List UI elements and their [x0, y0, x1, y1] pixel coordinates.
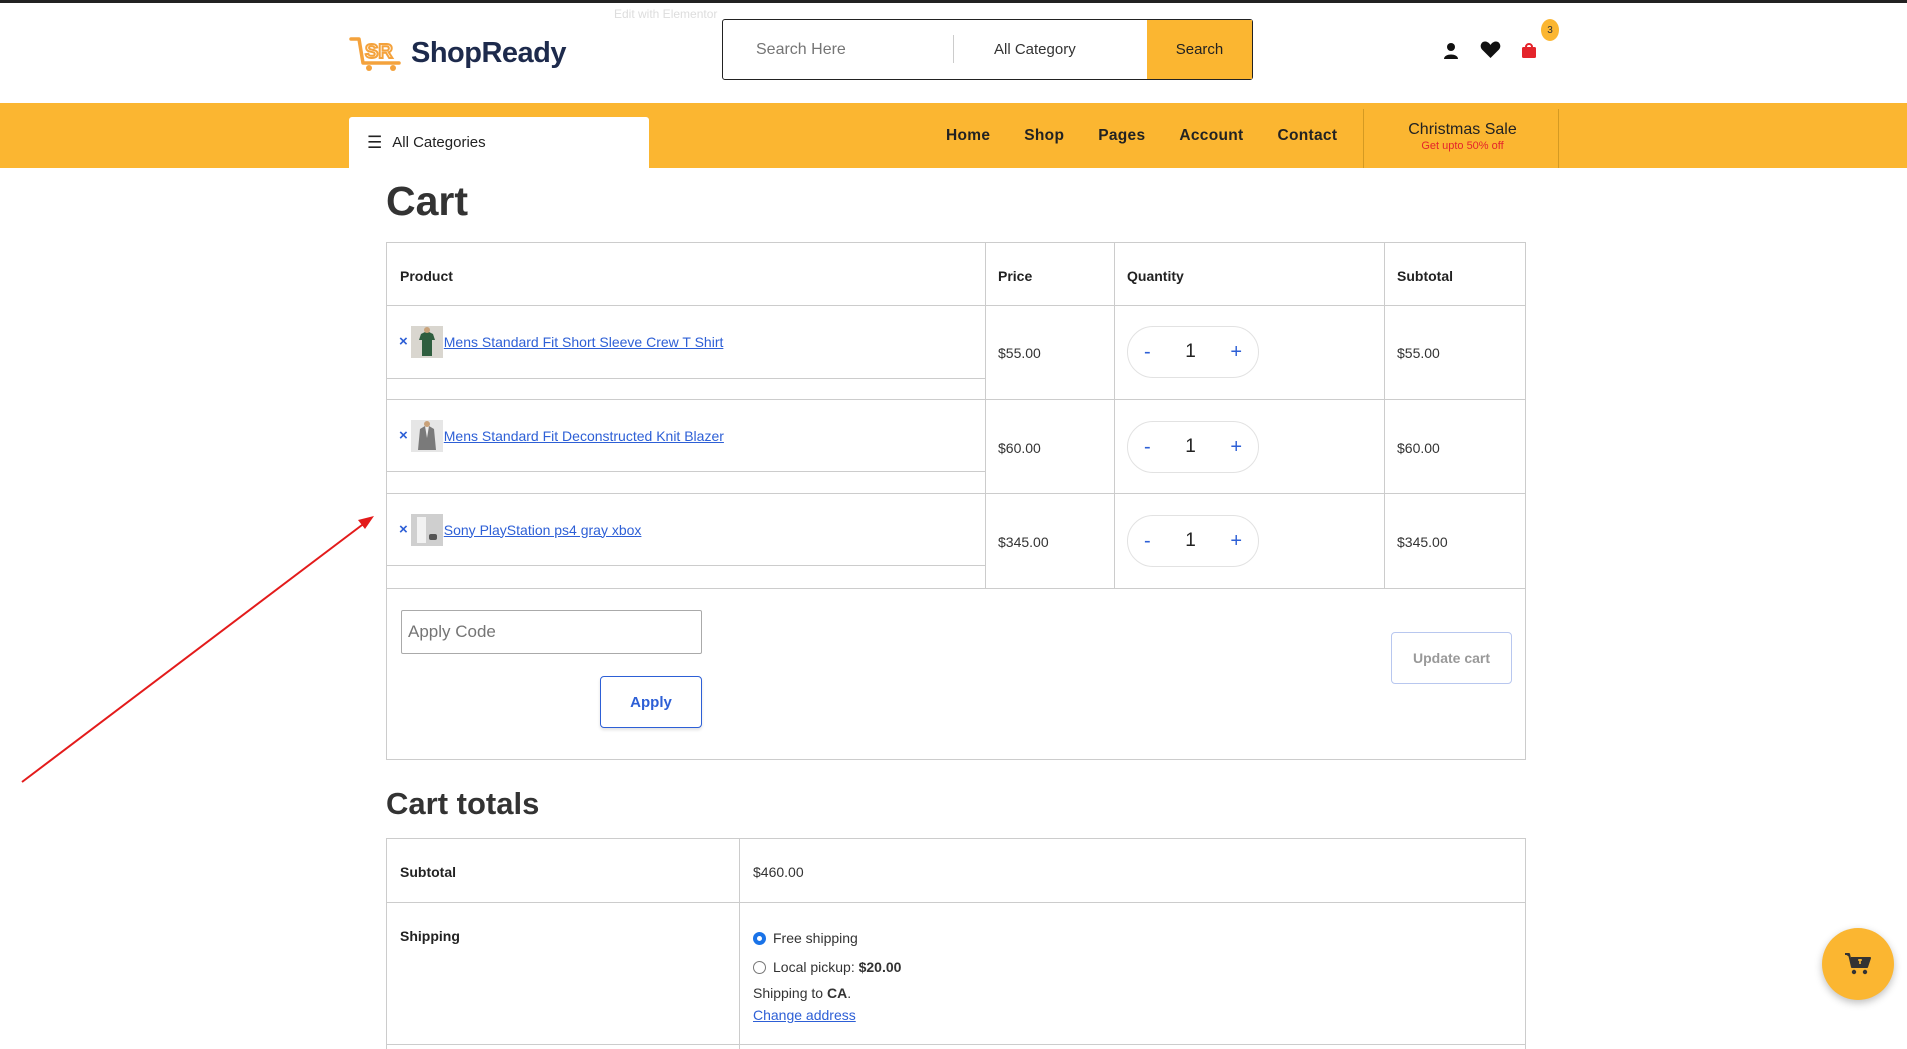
table-row: × Mens Standard Fit Short Sleeve Crew T …: [387, 305, 986, 379]
product-link[interactable]: Sony PlayStation ps4 gray xbox: [444, 522, 642, 538]
free-shipping-label: Free shipping: [773, 930, 858, 946]
logo-text: ShopReady: [411, 36, 567, 69]
nav-link-shop[interactable]: Shop: [1024, 127, 1064, 145]
product-link[interactable]: Mens Standard Fit Deconstructed Knit Bla…: [444, 428, 724, 444]
increase-quantity-button[interactable]: +: [1230, 341, 1242, 364]
product-link[interactable]: Mens Standard Fit Short Sleeve Crew T Sh…: [444, 334, 724, 350]
shipping-label: Shipping: [400, 928, 460, 944]
page-title: Cart: [386, 178, 469, 224]
change-address-row: Change address: [753, 1007, 856, 1023]
item-price: $345.00: [998, 534, 1049, 550]
column-divider: [1114, 243, 1115, 588]
floating-cart-button[interactable]: [1822, 928, 1894, 1000]
hamburger-icon: ☰: [367, 132, 383, 152]
nav-link-account[interactable]: Account: [1179, 127, 1243, 145]
quantity-stepper: - 1 +: [1127, 515, 1259, 567]
cart-icon: [1845, 953, 1871, 975]
table-row: × Sony PlayStation ps4 gray xbox: [387, 493, 986, 566]
shipping-option-free[interactable]: Free shipping: [753, 930, 858, 946]
cart-totals-table: Subtotal $460.00 Shipping Free shipping …: [386, 838, 1526, 1049]
quantity-value[interactable]: 1: [1185, 530, 1196, 552]
change-address-link[interactable]: Change address: [753, 1007, 856, 1023]
nav-links: Home Shop Pages Account Contact: [946, 103, 1337, 168]
logo-cart-icon: SR: [349, 33, 409, 73]
cart-table: Product Price Quantity Subtotal × Mens S…: [386, 242, 1526, 760]
product-thumbnail[interactable]: [410, 325, 443, 358]
update-cart-button[interactable]: Update cart: [1391, 632, 1512, 684]
search-button[interactable]: Search: [1147, 20, 1252, 79]
heart-icon[interactable]: [1479, 39, 1501, 61]
item-price: $55.00: [998, 345, 1041, 361]
shipping-option-pickup[interactable]: Local pickup: $20.00: [753, 959, 901, 975]
decrease-quantity-button[interactable]: -: [1144, 436, 1151, 459]
product-thumbnail[interactable]: [410, 419, 443, 452]
free-shipping-radio[interactable]: [753, 932, 766, 945]
row-divider: [985, 399, 1525, 400]
increase-quantity-button[interactable]: +: [1230, 530, 1242, 553]
local-pickup-label: Local pickup:: [773, 959, 859, 975]
all-categories-button[interactable]: ☰ All Categories: [349, 117, 649, 168]
nav-link-pages[interactable]: Pages: [1098, 127, 1145, 145]
user-icon[interactable]: [1440, 39, 1462, 61]
item-subtotal: $55.00: [1397, 345, 1440, 361]
cart-count-badge: 3: [1541, 19, 1559, 41]
increase-quantity-button[interactable]: +: [1230, 436, 1242, 459]
main-nav: ☰ All Categories Home Shop Pages Account…: [0, 103, 1907, 168]
subtotal-label: Subtotal: [400, 864, 456, 880]
header-icons: [1440, 39, 1540, 61]
shipping-to-prefix: Shipping to: [753, 985, 827, 1001]
quantity-value[interactable]: 1: [1185, 436, 1196, 458]
local-pickup-radio[interactable]: [753, 961, 766, 974]
column-divider: [739, 839, 740, 1049]
subtotal-value: $460.00: [753, 864, 804, 880]
quantity-stepper: - 1 +: [1127, 326, 1259, 378]
category-select[interactable]: All Category: [954, 20, 1147, 79]
local-pickup-price: $20.00: [858, 959, 902, 975]
quantity-stepper: - 1 +: [1127, 421, 1259, 473]
shopping-bag-icon[interactable]: [1518, 39, 1540, 61]
apply-coupon-button[interactable]: Apply: [600, 676, 702, 728]
logo-mark-text: SR: [365, 41, 393, 63]
remove-item-icon[interactable]: ×: [399, 521, 408, 538]
decrease-quantity-button[interactable]: -: [1144, 341, 1151, 364]
edit-hint: Edit with Elementor: [614, 7, 718, 21]
row-divider: [387, 588, 1525, 589]
header-price: Price: [998, 268, 1033, 284]
shipping-destination: Shipping to CA.: [753, 985, 851, 1001]
promo-title: Christmas Sale: [1408, 121, 1517, 138]
search-input[interactable]: [723, 20, 953, 79]
item-price: $60.00: [998, 440, 1041, 456]
header-quantity: Quantity: [1127, 268, 1184, 284]
shipping-region: CA: [826, 985, 848, 1001]
all-categories-label: All Categories: [392, 134, 486, 151]
row-divider: [387, 1044, 1525, 1045]
header-subtotal: Subtotal: [1397, 268, 1453, 284]
decrease-quantity-button[interactable]: -: [1144, 530, 1151, 553]
item-subtotal: $60.00: [1397, 440, 1440, 456]
row-divider: [985, 493, 1525, 494]
logo[interactable]: SR ShopReady: [349, 33, 567, 73]
search-bar: All Category Search: [722, 19, 1253, 80]
column-divider: [1384, 243, 1385, 588]
remove-item-icon[interactable]: ×: [399, 333, 408, 350]
remove-item-icon[interactable]: ×: [399, 427, 408, 444]
quantity-value[interactable]: 1: [1185, 341, 1196, 363]
site-header: SR ShopReady Edit with Elementor All Cat…: [0, 3, 1907, 103]
row-divider: [387, 902, 1525, 903]
table-row: × Mens Standard Fit Deconstructed Knit B…: [387, 399, 986, 472]
nav-link-home[interactable]: Home: [946, 127, 990, 145]
product-thumbnail[interactable]: [410, 513, 443, 546]
christmas-sale-promo[interactable]: Christmas Sale Get upto 50% off: [1364, 121, 1561, 152]
shipping-to-suffix: .: [847, 985, 852, 1001]
nav-link-contact[interactable]: Contact: [1278, 127, 1338, 145]
coupon-code-input[interactable]: [401, 610, 702, 654]
promo-subtitle: Get upto 50% off: [1421, 140, 1504, 152]
item-subtotal: $345.00: [1397, 534, 1448, 550]
cart-totals-title: Cart totals: [386, 786, 540, 821]
header-product: Product: [400, 268, 453, 284]
